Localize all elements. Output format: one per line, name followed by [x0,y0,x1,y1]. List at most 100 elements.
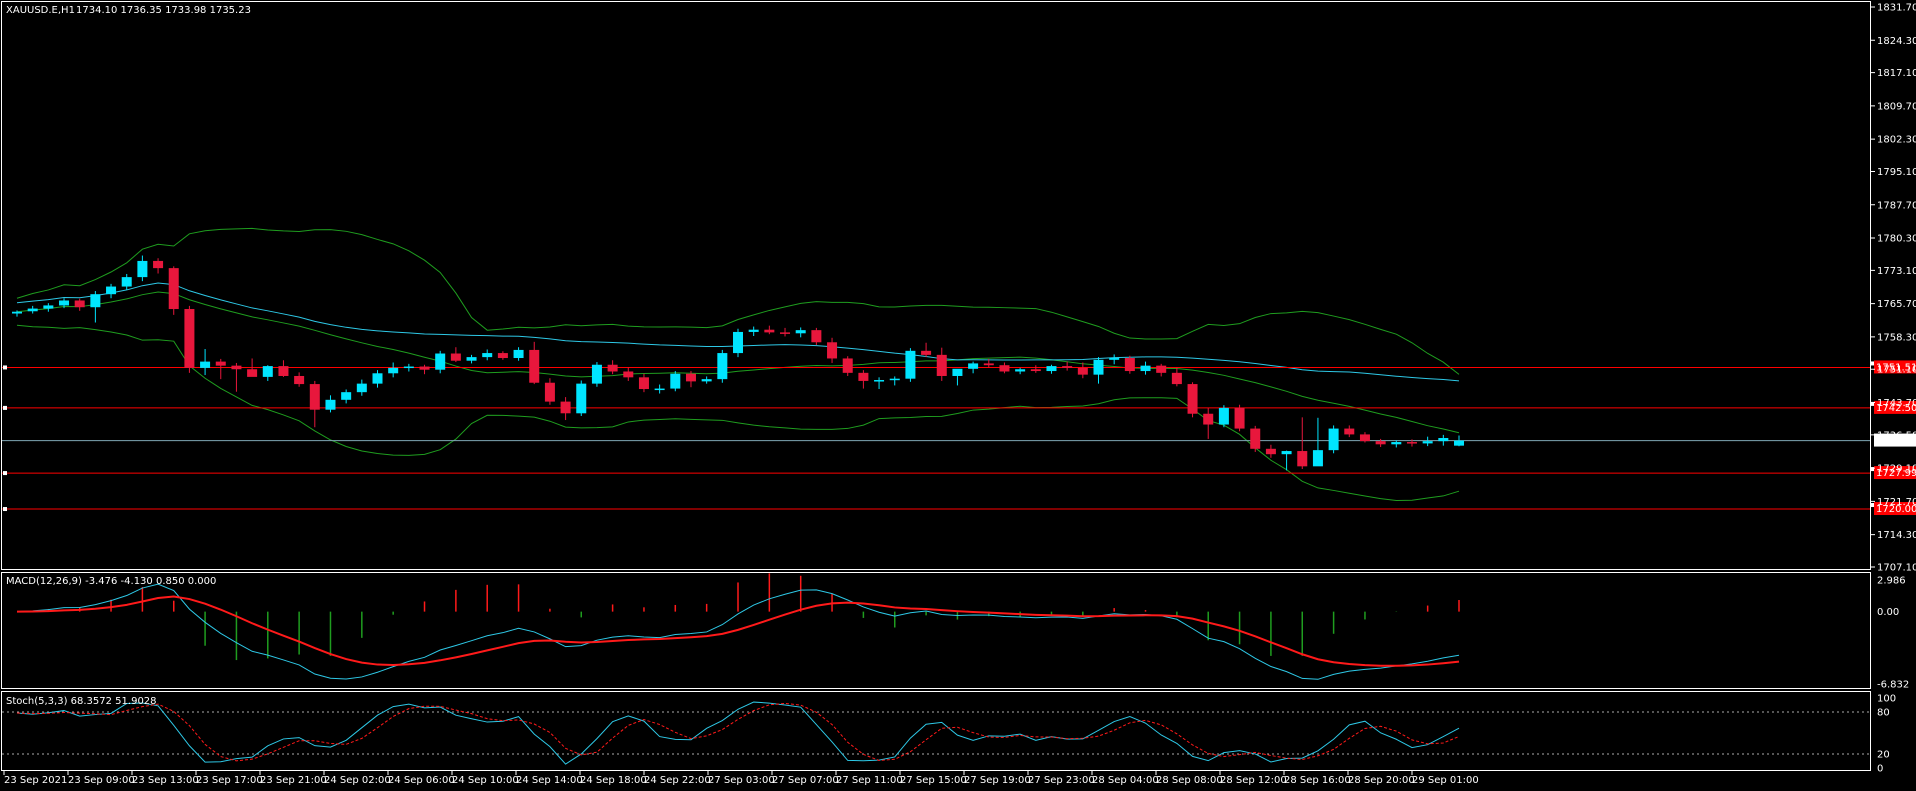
time-tick-label: 23 Sep 17:00 [196,775,263,786]
candle-bear [780,332,791,334]
chart-symbol: XAUUSD.E,H1 [6,5,75,16]
price-tick-label: 1824.30 [1877,36,1916,47]
trading-chart[interactable]: 1751.511742.501727.991720.001735.23 1831… [0,0,1916,791]
price-tick-label: 1736.50 [1877,430,1916,441]
candle-bull [137,260,148,278]
candle-bear [74,300,85,308]
candle-bear [231,365,242,370]
candle-bear [1265,448,1276,455]
price-tick-label: 1773.10 [1877,266,1916,277]
hline-anchor [3,471,7,476]
candle-bear [764,329,775,333]
price-tick-label: 1817.10 [1877,68,1916,79]
time-tick-label: 24 Sep 18:00 [580,775,647,786]
candle-bull [952,368,963,376]
stoch-panel[interactable] [1,691,1871,771]
price-tick-label: 1809.70 [1877,101,1916,112]
candle-bull [701,379,712,382]
candle-bull [341,392,352,400]
candle-bull [733,331,743,354]
time-tick-label: 24 Sep 06:00 [388,775,455,786]
candle-bear [936,354,947,376]
time-tick-label: 27 Sep 15:00 [900,775,967,786]
candle-bull [435,353,446,370]
candle-bull [372,373,383,384]
candle-bull [403,366,414,369]
price-axis: 1831.70 1824.30 1817.10 1809.70 1802.30 1795.… [1870,3,1916,574]
candle-bull [1454,440,1464,446]
price-tick-label: 1831.70 [1877,3,1916,14]
candle-bear [623,371,634,378]
time-tick-label: 28 Sep 08:00 [1156,775,1223,786]
candle-bear [999,365,1010,372]
candle-bull [1046,366,1057,372]
candle-bull [1281,451,1292,455]
hline-anchor [3,365,7,370]
price-tick-label: 1751.10 [1877,365,1916,376]
time-tick-label: 24 Sep 22:00 [644,775,711,786]
price-tick-label: 1707.10 [1877,563,1916,574]
stoch-tick-label: 20 [1877,750,1890,761]
candle-bull [905,350,916,379]
stoch-tick-label: 80 [1877,708,1890,719]
hline-anchor [3,405,7,410]
candle-bear [294,375,305,385]
stoch-indicator: 100 80 20 0 [2,694,1896,775]
time-axis: 23 Sep 2021 23 Sep 09:0023 Sep 13:0023 Se… [3,771,1479,786]
candle-bull [874,380,885,382]
candle-bull [717,353,728,380]
time-tick-label: 24 Sep 14:00 [516,775,583,786]
macd-panel[interactable] [1,572,1871,689]
price-tick-label: 1765.70 [1877,299,1916,310]
candle-bull [1109,358,1120,360]
candle-bear [544,382,555,402]
candle-bear [1234,407,1245,429]
time-tick-label: 27 Sep 23:00 [1028,775,1095,786]
bollinger-bands [16,227,1460,502]
time-tick-label: 24 Sep 10:00 [452,775,519,786]
candle-bull [388,367,399,374]
candle-bear [842,358,853,373]
main-price-panel[interactable] [1,1,1871,570]
candle-bull [670,373,681,389]
time-tick-label: 27 Sep 07:00 [772,775,839,786]
macd-label: MACD(12,26,9) -3.476 -4.130 0.850 0.000 [6,576,216,587]
price-tick-label: 1743.70 [1877,398,1916,409]
candle-bear [1187,384,1198,414]
price-tick-label: 1787.70 [1877,200,1916,211]
macd-indicator: 2.986 0.00 -6.832 [16,573,1909,691]
time-tick-label: 27 Sep 03:00 [708,775,775,786]
time-tick-label: 27 Sep 11:00 [836,775,903,786]
candle-bull [1140,365,1151,372]
stoch-tick-label: 0 [1877,764,1883,775]
price-tick-label: 1780.30 [1877,234,1916,245]
candle-bear [450,353,461,361]
time-tick-label: 23 Sep 2021 [4,775,67,786]
time-tick-label: 28 Sep 04:00 [1092,775,1159,786]
candle-bear [921,350,932,355]
candle-bull [576,383,587,414]
candle-bull [262,366,273,377]
candle-bull [1093,359,1104,375]
hline-anchor [3,507,7,512]
price-tick-label: 1795.10 [1877,167,1916,178]
price-tick-label: 1758.30 [1877,332,1916,343]
candle-bear [1375,441,1386,445]
candle-bear [811,330,822,343]
candle-bull [482,353,493,358]
candle-bear [278,366,289,376]
time-tick-label: 28 Sep 16:00 [1284,775,1351,786]
candle-bear [1344,428,1355,435]
candle-bear [247,369,258,377]
candle-bull [325,399,336,410]
macd-tick-label: 0.00 [1877,607,1899,618]
time-tick-label: 29 Sep 01:00 [1412,775,1479,786]
macd-tick-label: -6.832 [1877,680,1909,691]
chart-ohlc: 1734.10 1736.35 1733.98 1735.23 [76,5,251,16]
time-tick-label: 23 Sep 09:00 [68,775,135,786]
candle-bull [59,300,70,306]
candle-bear [827,342,838,359]
candle-bull [968,363,979,369]
candle-bear [215,361,226,366]
candle-bull [654,388,665,391]
